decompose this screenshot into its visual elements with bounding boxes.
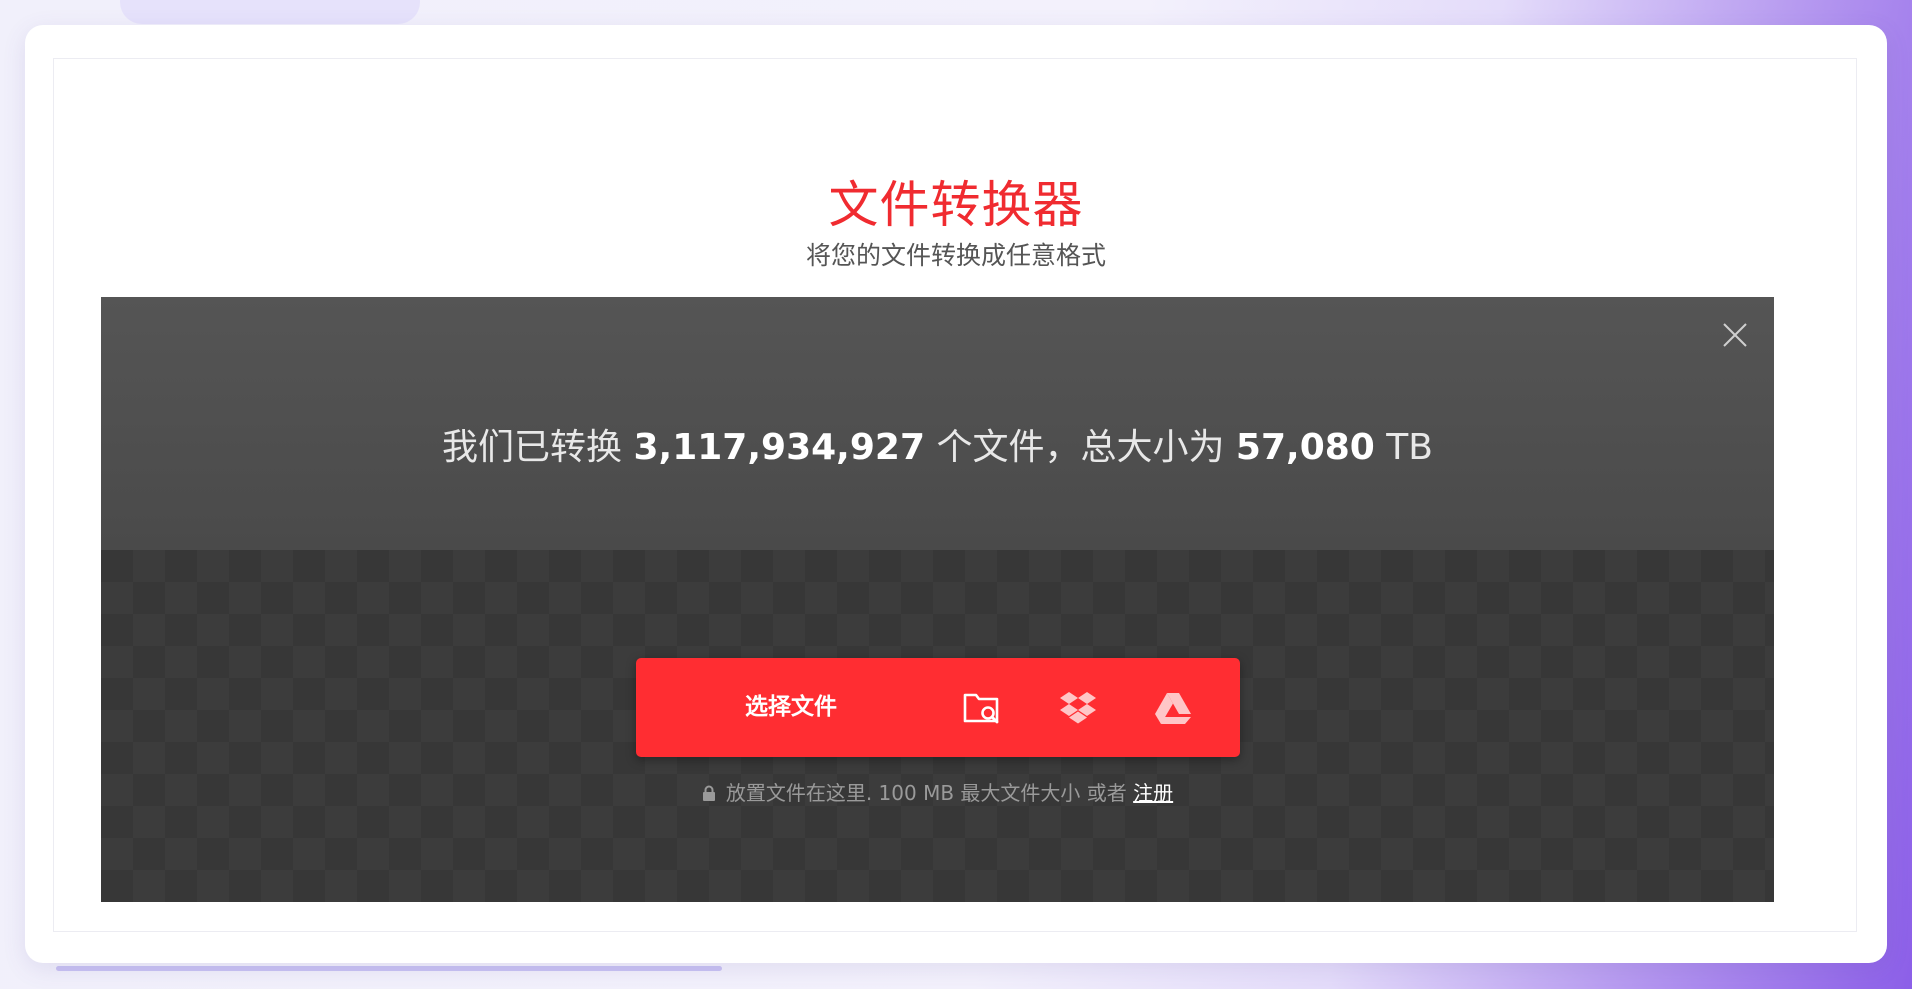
source-google-drive-button[interactable] [1149,684,1197,732]
dropbox-icon [1060,692,1096,724]
converter-card: 文件转换器 将您的文件转换成任意格式 我们已转换 3,117,934,927 个… [25,25,1887,963]
upload-bar: 选择文件 [636,658,1240,757]
stats-unit: TB [1386,427,1433,468]
stats-panel: 我们已转换 3,117,934,927 个文件，总大小为 57,080 TB [101,297,1774,550]
upload-hint: 放置文件在这里. 100 MB 最大文件大小 或者 注册 [101,779,1774,807]
close-button[interactable] [1722,322,1748,348]
signup-link[interactable]: 注册 [1133,781,1173,805]
close-icon [1723,323,1747,347]
conversion-stats: 我们已转换 3,117,934,927 个文件，总大小为 57,080 TB [101,424,1774,472]
page-title: 文件转换器 [828,176,1084,234]
google-drive-icon [1155,693,1191,724]
stats-file-count: 3,117,934,927 [633,427,925,468]
upload-hint-text: 放置文件在这里. 100 MB 最大文件大小 或者 [725,781,1127,805]
drop-zone[interactable]: 选择文件 放置文件在这里. 100 MB 最大文件大小 或者 注册 [101,550,1774,902]
folder-search-icon [963,693,999,724]
stats-total-size: 57,080 [1235,427,1375,468]
background-decoration-line [56,966,722,971]
page-subtitle: 将您的文件转换成任意格式 [805,241,1106,270]
background-decoration [120,0,420,24]
lock-icon [702,785,715,801]
file-uploader: 我们已转换 3,117,934,927 个文件，总大小为 57,080 TB 选… [101,297,1774,902]
stats-prefix: 我们已转换 [442,427,623,468]
source-dropbox-button[interactable] [1054,684,1102,732]
choose-file-button[interactable]: 选择文件 [636,658,946,757]
stats-middle: 个文件，总大小为 [936,427,1225,468]
source-device-button[interactable] [958,684,1006,732]
